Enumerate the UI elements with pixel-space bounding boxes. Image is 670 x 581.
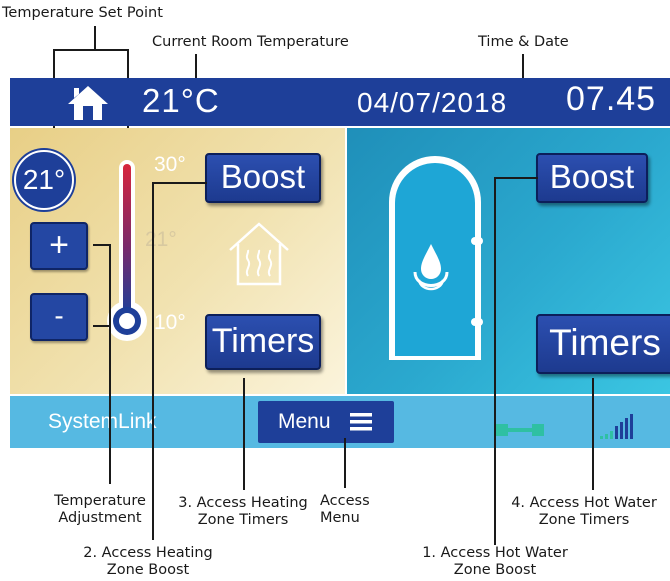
- leader-line: [152, 182, 207, 184]
- annotation-line: Zone Timers: [538, 512, 630, 528]
- annotation-heating-boost: 2. Access Heating Zone Boost: [68, 545, 228, 579]
- hot-water-timers-button[interactable]: Timers: [536, 314, 670, 374]
- leader-line: [152, 182, 154, 540]
- annotation-time-date: Time & Date: [478, 34, 569, 50]
- annotation-line: Zone Boost: [453, 562, 537, 578]
- room-temperature: 21°C: [142, 82, 220, 119]
- increase-temperature-button[interactable]: +: [30, 222, 88, 270]
- annotation-line: Access: [320, 493, 370, 509]
- annotation-line: Menu: [320, 510, 360, 526]
- connection-link-icon: [496, 422, 544, 438]
- annotation-heating-timers: 3. Access Heating Zone Timers: [168, 495, 318, 529]
- menu-label: Menu: [278, 410, 331, 433]
- temperature-set-point: 21°: [14, 150, 74, 210]
- leader-line: [592, 378, 594, 490]
- annotation-water-boost: 1. Access Hot Water Zone Boost: [410, 545, 580, 579]
- water-cylinder-icon: [385, 152, 485, 362]
- annotation-line: 2. Access Heating: [83, 545, 213, 561]
- leader-line: [344, 438, 346, 488]
- leader-line: [494, 177, 496, 545]
- annotation-line: 1. Access Hot Water: [422, 545, 568, 561]
- heating-boost-button[interactable]: Boost: [205, 153, 321, 203]
- annotation-line: 3. Access Heating: [178, 495, 308, 511]
- leader-line: [53, 49, 129, 51]
- date-display: 04/07/2018: [357, 87, 508, 118]
- thermometer-min-label: 10°: [154, 311, 186, 334]
- annotation-line: Zone Timers: [197, 512, 289, 528]
- status-header-bar: 21°C 04/07/2018 07.45: [10, 78, 670, 126]
- annotation-access-menu: Access Menu: [320, 493, 400, 527]
- thermometer-max-label: 30°: [154, 153, 186, 176]
- leader-line: [243, 378, 245, 490]
- signal-strength-icon: [600, 410, 640, 440]
- brand-label: SystemLink: [48, 410, 157, 433]
- leader-line: [109, 244, 111, 484]
- annotation-line: Temperature: [54, 493, 146, 509]
- time-display: 07.45: [566, 80, 657, 118]
- leader-line: [494, 177, 538, 179]
- menu-button[interactable]: Menu: [258, 401, 394, 443]
- annotation-line: Zone Boost: [106, 562, 190, 578]
- annotation-temperature-set-point: Temperature Set Point: [2, 5, 163, 21]
- thermometer-mid-label: 21°: [145, 228, 177, 251]
- leader-line: [94, 26, 96, 50]
- annotation-line: Adjustment: [58, 510, 142, 526]
- hamburger-icon: [350, 413, 372, 431]
- hot-water-boost-button[interactable]: Boost: [536, 153, 648, 203]
- annotation-line: 4. Access Hot Water: [511, 495, 657, 511]
- annotation-temperature-adjustment: Temperature Adjustment: [40, 493, 160, 527]
- annotation-water-timers: 4. Access Hot Water Zone Timers: [500, 495, 668, 529]
- house-heating-icon: [226, 220, 292, 288]
- home-icon[interactable]: [66, 84, 110, 122]
- decrease-temperature-button[interactable]: -: [30, 293, 88, 341]
- annotation-current-room-temperature: Current Room Temperature: [152, 34, 349, 50]
- heating-timers-button[interactable]: Timers: [205, 314, 321, 370]
